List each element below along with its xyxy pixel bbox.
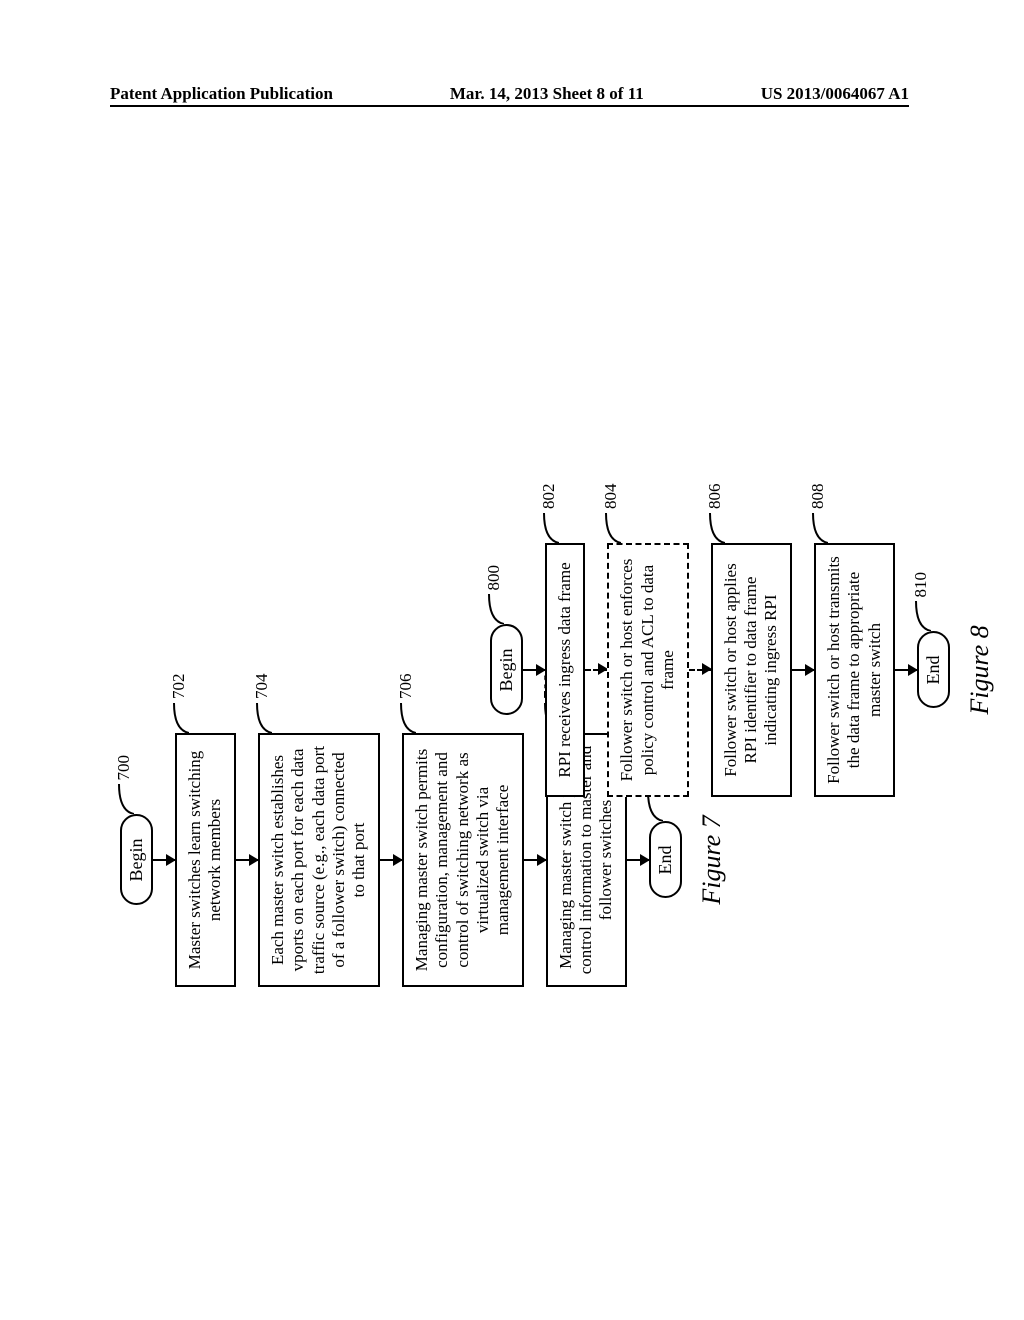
header-left: Patent Application Publication [110,84,333,104]
fig8-step-4: Follower switch or host transmits the da… [814,543,895,797]
arrow-down-icon [380,859,402,861]
fig8-ref-1: 802 [539,484,559,544]
fig8-ref-1-label: 802 [539,484,559,510]
fig7-begin: Begin [120,815,153,906]
figure-8: Begin 800 RPI receives ingress data fram… [490,390,995,950]
arrow-down-dashed-icon [689,669,711,671]
fig7-ref-begin: 700 [114,755,134,815]
fig8-step-2-dashed: Follower switch or host enforces policy … [607,543,688,797]
fig8-ref-4-label: 808 [808,484,828,510]
fig8-ref-begin: 800 [484,565,504,625]
fig8-ref-3: 806 [705,484,725,544]
fig7-ref-2-label: 704 [252,674,272,700]
fig7-ref-3: 706 [396,674,416,734]
fig8-ref-end-label: 810 [911,572,931,598]
fig8-ref-2: 804 [601,484,621,544]
fig7-ref-1: 702 [169,674,189,734]
fig8-end: End [917,632,950,709]
fig7-step-2: Each master switch establishes vports on… [258,733,380,987]
page-header: Patent Application Publication Mar. 14, … [0,84,1024,104]
arrow-down-icon [895,669,917,671]
fig7-ref-begin-label: 700 [114,755,134,781]
fig8-ref-3-label: 806 [705,484,725,510]
fig8-begin: Begin [490,625,523,716]
fig8-ref-end: 810 [911,572,931,632]
arrow-down-icon [523,669,545,671]
figure-area: Begin 700 Master switches learn switchin… [0,140,1024,1260]
fig7-ref-1-label: 702 [169,674,189,700]
fig8-ref-4: 808 [808,484,828,544]
fig7-step-1: Master switches learn switching network … [175,733,236,987]
fig8-step-3: Follower switch or host applies RPI iden… [711,543,792,797]
fig7-ref-3-label: 706 [396,674,416,700]
fig7-ref-2: 704 [252,674,272,734]
arrow-down-dashed-icon [585,669,607,671]
fig8-ref-begin-label: 800 [484,565,504,591]
header-rule [110,105,909,107]
header-mid: Mar. 14, 2013 Sheet 8 of 11 [450,84,644,104]
fig8-caption: Figure 8 [965,625,995,714]
arrow-down-icon [153,859,175,861]
arrow-down-icon [792,669,814,671]
fig8-ref-2-label: 804 [601,484,621,510]
header-right: US 2013/0064067 A1 [761,84,909,104]
arrow-down-icon [236,859,258,861]
fig8-step-1: RPI receives ingress data frame [545,543,585,797]
